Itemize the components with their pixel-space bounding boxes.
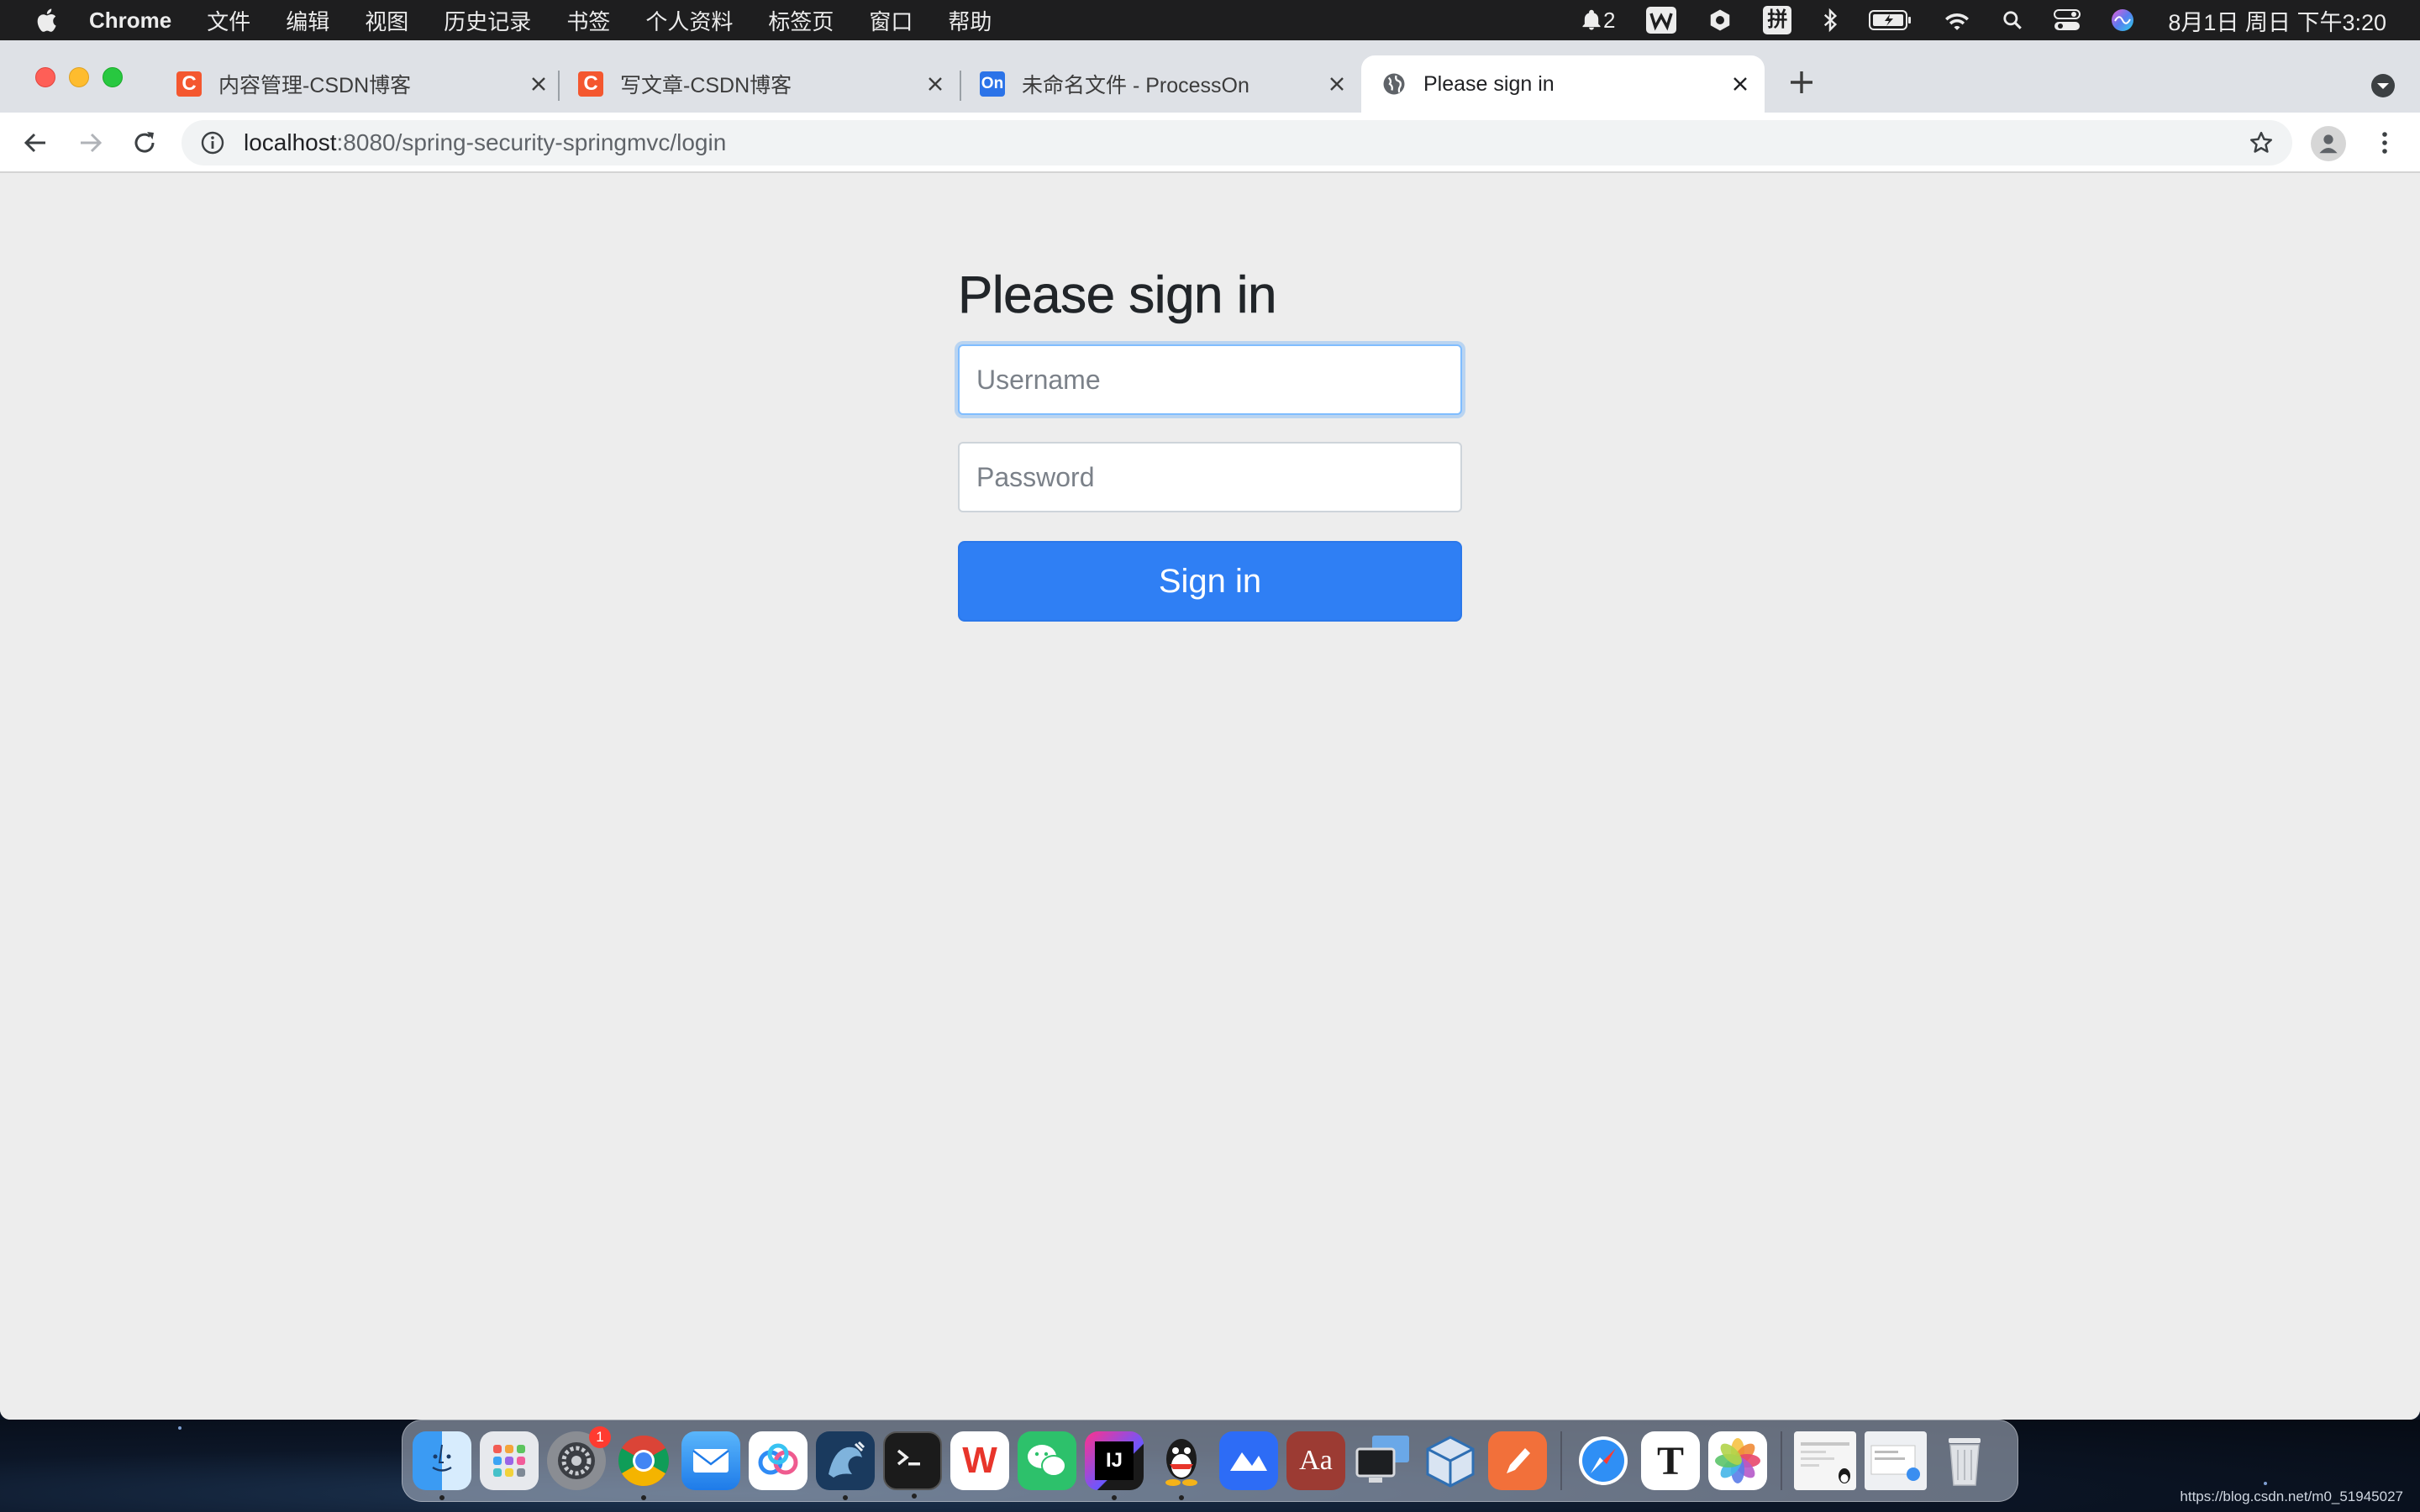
chrome-window: C 内容管理-CSDN博客 C 写文章-CSDN博客 On 未命名文件 - Pr…: [0, 40, 2420, 1420]
tab-please-sign-in[interactable]: Please sign in: [1361, 55, 1765, 113]
recent-document-thumbnail[interactable]: [1794, 1431, 1856, 1490]
dock-divider: [1560, 1431, 1562, 1490]
menu-profiles[interactable]: 个人资料: [645, 5, 733, 36]
tab-separator: [558, 71, 560, 101]
dock-divider: [1781, 1431, 1782, 1490]
menu-edit[interactable]: 编辑: [286, 5, 329, 36]
control-center-icon[interactable]: [2054, 8, 2081, 32]
battery-icon[interactable]: [1869, 9, 1912, 31]
wps-status-icon[interactable]: [1645, 6, 1677, 34]
page-content: Please sign in Sign in: [0, 173, 2420, 1420]
qq-icon[interactable]: [1152, 1431, 1211, 1500]
notification-status[interactable]: 2: [1580, 8, 1615, 34]
new-tab-plus-icon[interactable]: [1786, 67, 1817, 97]
menu-tabs[interactable]: 标签页: [768, 5, 834, 36]
chrome-icon[interactable]: [614, 1431, 673, 1500]
tab-write-article[interactable]: C 写文章-CSDN博客: [578, 55, 948, 113]
system-preferences-icon[interactable]: 1: [547, 1426, 611, 1490]
tab-close-icon[interactable]: [923, 71, 948, 97]
browser-toolbar: localhost:8080/spring-security-springmvc…: [0, 113, 2420, 173]
url-host: localhost: [244, 129, 337, 155]
notification-count: 2: [1602, 7, 1616, 33]
terminal-icon[interactable]: [883, 1431, 942, 1499]
tab-processon[interactable]: On 未命名文件 - ProcessOn: [980, 55, 1349, 113]
tab-search-chevron-icon[interactable]: [2370, 72, 2396, 99]
photos-icon[interactable]: [1708, 1431, 1767, 1490]
forward-arrow-icon[interactable]: [77, 129, 104, 156]
wps-office-icon[interactable]: W: [950, 1431, 1009, 1490]
menu-window[interactable]: 窗口: [869, 5, 913, 36]
csdn-icon: C: [176, 71, 202, 97]
bluetooth-icon[interactable]: [1822, 8, 1839, 33]
siri-icon[interactable]: [2111, 8, 2134, 32]
reload-icon[interactable]: [131, 129, 158, 156]
menu-bar-status-area: 2 拼 8月1日 周日 下午3:20: [1549, 0, 2386, 40]
menu-app-name[interactable]: Chrome: [89, 8, 171, 34]
processon-icon: On: [980, 71, 1005, 97]
password-input[interactable]: [958, 442, 1462, 512]
tab-content-management[interactable]: C 内容管理-CSDN博客: [176, 55, 551, 113]
recent-window-thumbnail[interactable]: [1865, 1431, 1927, 1490]
tab-separator: [960, 71, 961, 101]
mysql-workbench-icon[interactable]: [816, 1431, 875, 1500]
address-bar[interactable]: localhost:8080/spring-security-springmvc…: [182, 120, 2292, 165]
lark-icon[interactable]: [1219, 1431, 1278, 1490]
tab-title: 写文章-CSDN博客: [620, 74, 792, 97]
pages-icon[interactable]: [1488, 1431, 1547, 1490]
notification-badge: 1: [589, 1426, 611, 1448]
tab-title: Please sign in: [1423, 71, 1555, 96]
shield-status-icon[interactable]: [1707, 7, 1733, 34]
menu-file[interactable]: 文件: [207, 5, 250, 36]
screen-sharing-icon[interactable]: [1354, 1431, 1413, 1490]
window-zoom-button[interactable]: [103, 67, 123, 87]
back-arrow-icon[interactable]: [22, 129, 49, 156]
macos-menu-bar: Chrome 文件 编辑 视图 历史记录 书签 个人资料 标签页 窗口 帮助 2…: [0, 0, 2420, 40]
bookmark-star-icon[interactable]: [2249, 130, 2274, 155]
input-method-icon[interactable]: 拼: [1763, 6, 1792, 34]
menu-bookmarks[interactable]: 书签: [566, 5, 610, 36]
window-close-button[interactable]: [35, 67, 55, 87]
baidu-netdisk-icon[interactable]: [749, 1431, 808, 1490]
window-minimize-button[interactable]: [69, 67, 89, 87]
csdn-icon: C: [578, 71, 603, 97]
profile-avatar-icon[interactable]: [2311, 126, 2346, 161]
tab-close-icon[interactable]: [1728, 71, 1753, 97]
trash-icon[interactable]: [1935, 1431, 1994, 1490]
globe-icon: [1381, 71, 1407, 97]
macos-dock: 1 W IJ Aa T: [402, 1420, 2018, 1502]
typora-icon[interactable]: T: [1641, 1431, 1700, 1490]
chrome-menu-kebab-icon[interactable]: [2371, 129, 2398, 156]
url-path: :8080/spring-security-springmvc/login: [336, 129, 727, 155]
virtualbox-icon[interactable]: [1421, 1431, 1480, 1490]
watermark: https://blog.csdn.net/m0_51945027: [2180, 1488, 2403, 1504]
tab-title: 内容管理-CSDN博客: [218, 74, 412, 97]
spotlight-search-icon[interactable]: [2002, 9, 2023, 31]
mail-icon[interactable]: [681, 1431, 740, 1490]
login-form: Please sign in Sign in: [958, 264, 1462, 622]
tab-title: 未命名文件 - ProcessOn: [1022, 74, 1249, 97]
username-input[interactable]: [958, 344, 1462, 415]
launchpad-icon[interactable]: [480, 1431, 539, 1490]
menu-help[interactable]: 帮助: [948, 5, 992, 36]
site-info-icon[interactable]: [200, 130, 225, 155]
dictionary-icon[interactable]: Aa: [1286, 1431, 1345, 1490]
wechat-icon[interactable]: [1018, 1431, 1076, 1490]
apple-logo-icon[interactable]: [34, 6, 62, 34]
safari-icon[interactable]: [1574, 1431, 1633, 1490]
sign-in-button[interactable]: Sign in: [958, 541, 1462, 622]
menu-history[interactable]: 历史记录: [444, 5, 531, 36]
page-title: Please sign in: [958, 266, 1277, 325]
menu-bar-clock[interactable]: 8月1日 周日 下午3:20: [2168, 4, 2386, 37]
tab-close-icon[interactable]: [1324, 71, 1349, 97]
tab-close-icon[interactable]: [526, 71, 551, 97]
wifi-icon[interactable]: [1943, 8, 1971, 32]
bell-icon: [1582, 9, 1601, 30]
finder-icon[interactable]: [413, 1431, 471, 1500]
menu-view[interactable]: 视图: [365, 5, 408, 36]
intellij-idea-icon[interactable]: IJ: [1085, 1431, 1144, 1500]
tab-strip: C 内容管理-CSDN博客 C 写文章-CSDN博客 On 未命名文件 - Pr…: [0, 40, 2420, 113]
